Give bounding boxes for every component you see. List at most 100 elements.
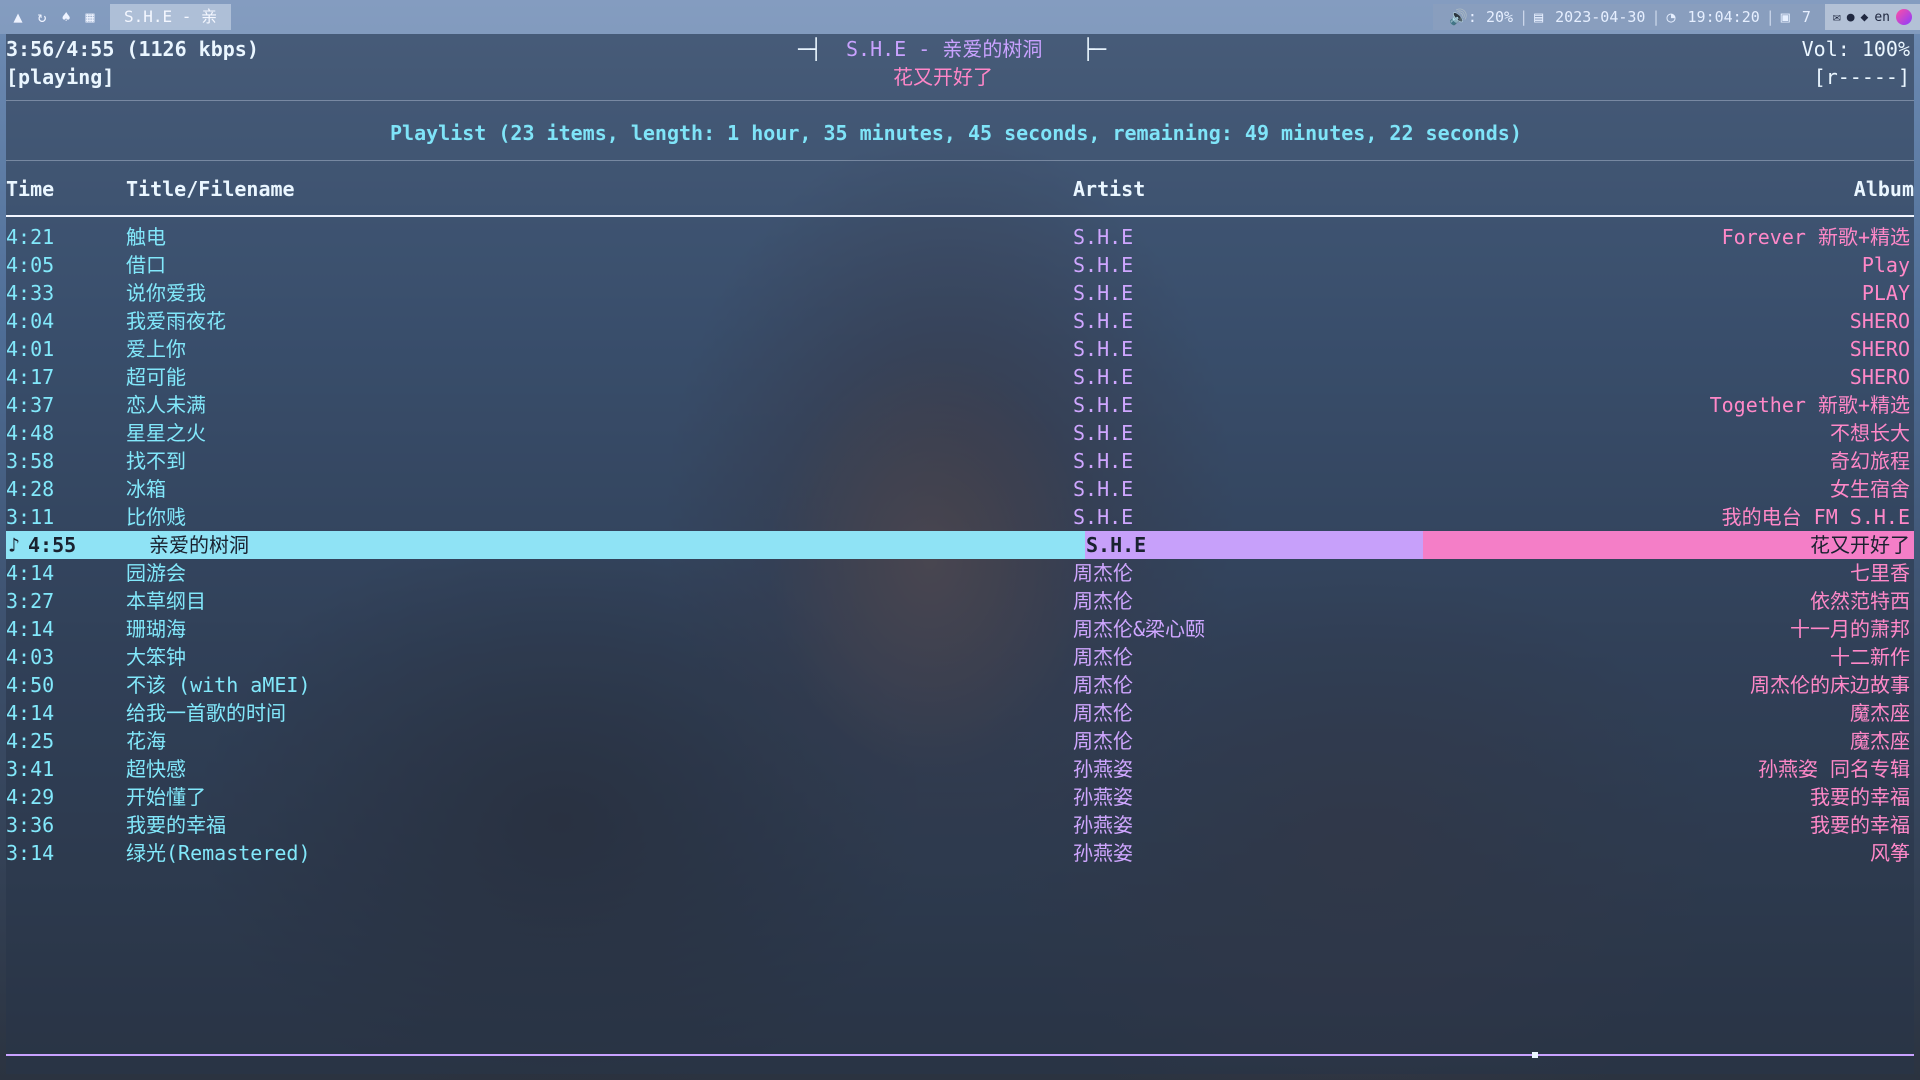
row-album: SHERO [1849, 365, 1910, 389]
row-title: 借口 [126, 253, 166, 277]
workspace-count[interactable]: 7 [1796, 8, 1817, 26]
row-title: 超可能 [126, 365, 186, 389]
row-artist: S.H.E [1073, 421, 1134, 445]
row-time: 3:36 [6, 813, 55, 837]
volume-level: Vol: 100% [1801, 37, 1910, 61]
row-title: 找不到 [126, 449, 186, 473]
row-time: 4:50 [6, 673, 55, 697]
progress-bar[interactable] [6, 1054, 1914, 1056]
app-logo-icon[interactable] [1896, 9, 1912, 25]
row-artist: S.H.E [1073, 253, 1134, 277]
row-artist: 孙燕姿 [1073, 757, 1133, 781]
row-album: SHERO [1849, 337, 1910, 361]
row-time: 4:03 [6, 645, 55, 669]
row-title: 给我一首歌的时间 [126, 701, 286, 725]
divider [6, 100, 1914, 101]
row-title: 开始懂了 [126, 785, 206, 809]
row-album: 奇幻旅程 [1830, 449, 1910, 473]
refresh-icon[interactable]: ↻ [30, 5, 54, 29]
taskbar-left: ▲ ↻ ♠ ▦ S.H.E - 亲 [6, 4, 232, 30]
playlist-row[interactable]: 4:21 触电 S.H.E Forever 新歌+精选 [6, 223, 1914, 251]
row-time: 4:14 [6, 561, 55, 585]
volume-indicator[interactable]: 🔊: 20% [1443, 8, 1519, 26]
playlist-row[interactable]: 3:58 找不到 S.H.E 奇幻旅程 [6, 447, 1914, 475]
row-album: 七里香 [1850, 561, 1910, 585]
playlist-row[interactable]: 4:28 冰箱 S.H.E 女生宿舍 [6, 475, 1914, 503]
row-artist: S.H.E [1073, 449, 1134, 473]
column-header-album[interactable]: Album [1854, 175, 1914, 203]
playlist-row[interactable]: 3:41 超快感 孙燕姿 孙燕姿 同名专辑 [6, 755, 1914, 783]
playlist-row-current[interactable]: ♪ 4:55 亲爱的树洞 S.H.E 花又开好了 [6, 531, 1914, 559]
playlist-row[interactable]: 4:05 借口 S.H.E Play [6, 251, 1914, 279]
row-artist: 周杰伦 [1073, 589, 1133, 613]
row-album: Play [1861, 253, 1910, 277]
time-display[interactable]: 19:04:20 [1682, 8, 1766, 26]
playlist-row[interactable]: 4:50 不该 (with aMEI) 周杰伦 周杰伦的床边故事 [6, 671, 1914, 699]
status-area: 🔊: 20% | ▤ 2023-04-30 | ◔ 19:04:20 | ▣ 7… [1433, 4, 1920, 30]
playlist-row[interactable]: 3:27 本草纲目 周杰伦 依然范特西 [6, 587, 1914, 615]
row-time: 3:14 [6, 841, 55, 865]
row-time: 4:14 [6, 701, 55, 725]
now-playing-right-bracket: ├─ [1082, 37, 1107, 61]
playlist-row[interactable]: 4:17 超可能 S.H.E SHERO [6, 363, 1914, 391]
penguin-icon[interactable]: ● [1847, 10, 1855, 25]
calendar-icon: ▤ [1534, 8, 1544, 26]
row-album: 魔杰座 [1850, 729, 1910, 753]
column-header-title[interactable]: Title/Filename [126, 175, 295, 203]
row-artist: 孙燕姿 [1073, 785, 1133, 809]
playlist-row[interactable]: 3:36 我要的幸福 孙燕姿 我要的幸福 [6, 811, 1914, 839]
playlist-row[interactable]: 4:03 大笨钟 周杰伦 十二新作 [6, 643, 1914, 671]
row-title: 不该 (with aMEI) [126, 673, 311, 697]
playlist-row[interactable]: 4:25 花海 周杰伦 魔杰座 [6, 727, 1914, 755]
playlist-row[interactable]: 4:14 珊瑚海 周杰伦&梁心颐 十一月的萧邦 [6, 615, 1914, 643]
divider: | [1651, 8, 1661, 26]
row-artist: 周杰伦 [1073, 701, 1133, 725]
row-title: 珊瑚海 [126, 617, 186, 641]
row-album: PLAY [1861, 281, 1910, 305]
row-time: 3:58 [6, 449, 55, 473]
row-artist: 周杰伦 [1073, 673, 1133, 697]
date-display[interactable]: 2023-04-30 [1549, 8, 1651, 26]
layout-icon[interactable]: ▦ [78, 5, 102, 29]
playlist-row[interactable]: 4:14 园游会 周杰伦 七里香 [6, 559, 1914, 587]
row-album: 我的电台 FM S.H.E [1721, 505, 1910, 529]
row-time: 4:01 [6, 337, 55, 361]
keyboard-layout[interactable]: en [1874, 10, 1890, 25]
mail-icon[interactable]: ✉ [1833, 10, 1841, 25]
playlist-row[interactable]: 3:14 绿光(Remastered) 孙燕姿 风筝 [6, 839, 1914, 867]
row-artist: 周杰伦 [1073, 645, 1133, 669]
playlist-row[interactable]: 4:48 星星之火 S.H.E 不想长大 [6, 419, 1914, 447]
terminal-window[interactable]: 3:56/4:55 (1126 kbps) [playing] ─┤ S.H.E… [6, 34, 1914, 1074]
playlist-row[interactable]: 3:11 比你贱 S.H.E 我的电台 FM S.H.E [6, 503, 1914, 531]
system-tray: ✉ ● ◆ en [1824, 4, 1920, 30]
playlist-row[interactable]: 4:37 恋人未满 S.H.E Together 新歌+精选 [6, 391, 1914, 419]
playlist-row[interactable]: 4:14 给我一首歌的时间 周杰伦 魔杰座 [6, 699, 1914, 727]
row-album: 不想长大 [1830, 421, 1910, 445]
arch-logo-icon[interactable]: ▲ [6, 5, 30, 29]
row-album: 依然范特西 [1810, 589, 1910, 613]
playlist-row[interactable]: 4:29 开始懂了 孙燕姿 我要的幸福 [6, 783, 1914, 811]
progress-handle[interactable] [1532, 1052, 1538, 1058]
playlist-row[interactable]: 4:33 说你爱我 S.H.E PLAY [6, 279, 1914, 307]
playlist-row[interactable]: 4:01 爱上你 S.H.E SHERO [6, 335, 1914, 363]
row-artist: S.H.E [1073, 309, 1134, 333]
row-title: 超快感 [126, 757, 186, 781]
now-playing-title: S.H.E - 亲爱的树洞 [846, 37, 1043, 61]
row-album: 风筝 [1870, 841, 1910, 865]
divider [6, 160, 1914, 161]
row-time: 4:25 [6, 729, 55, 753]
row-title: 说你爱我 [126, 281, 206, 305]
playlist-row[interactable]: 4:04 我爱雨夜花 S.H.E SHERO [6, 307, 1914, 335]
cat-icon[interactable]: ◆ [1861, 10, 1869, 25]
row-time: 4:21 [6, 225, 55, 249]
column-header-artist[interactable]: Artist [1073, 175, 1145, 203]
bell-icon[interactable]: ♠ [54, 5, 78, 29]
now-playing-left-bracket: ─┤ [798, 37, 823, 61]
row-time: 4:37 [6, 393, 55, 417]
playback-position: 3:56/4:55 (1126 kbps) [6, 37, 259, 61]
row-time: 4:28 [6, 477, 55, 501]
active-window-title[interactable]: S.H.E - 亲 [110, 4, 232, 30]
row-artist: S.H.E [1073, 225, 1134, 249]
column-header-time[interactable]: Time [6, 175, 54, 203]
row-title: 大笨钟 [126, 645, 186, 669]
